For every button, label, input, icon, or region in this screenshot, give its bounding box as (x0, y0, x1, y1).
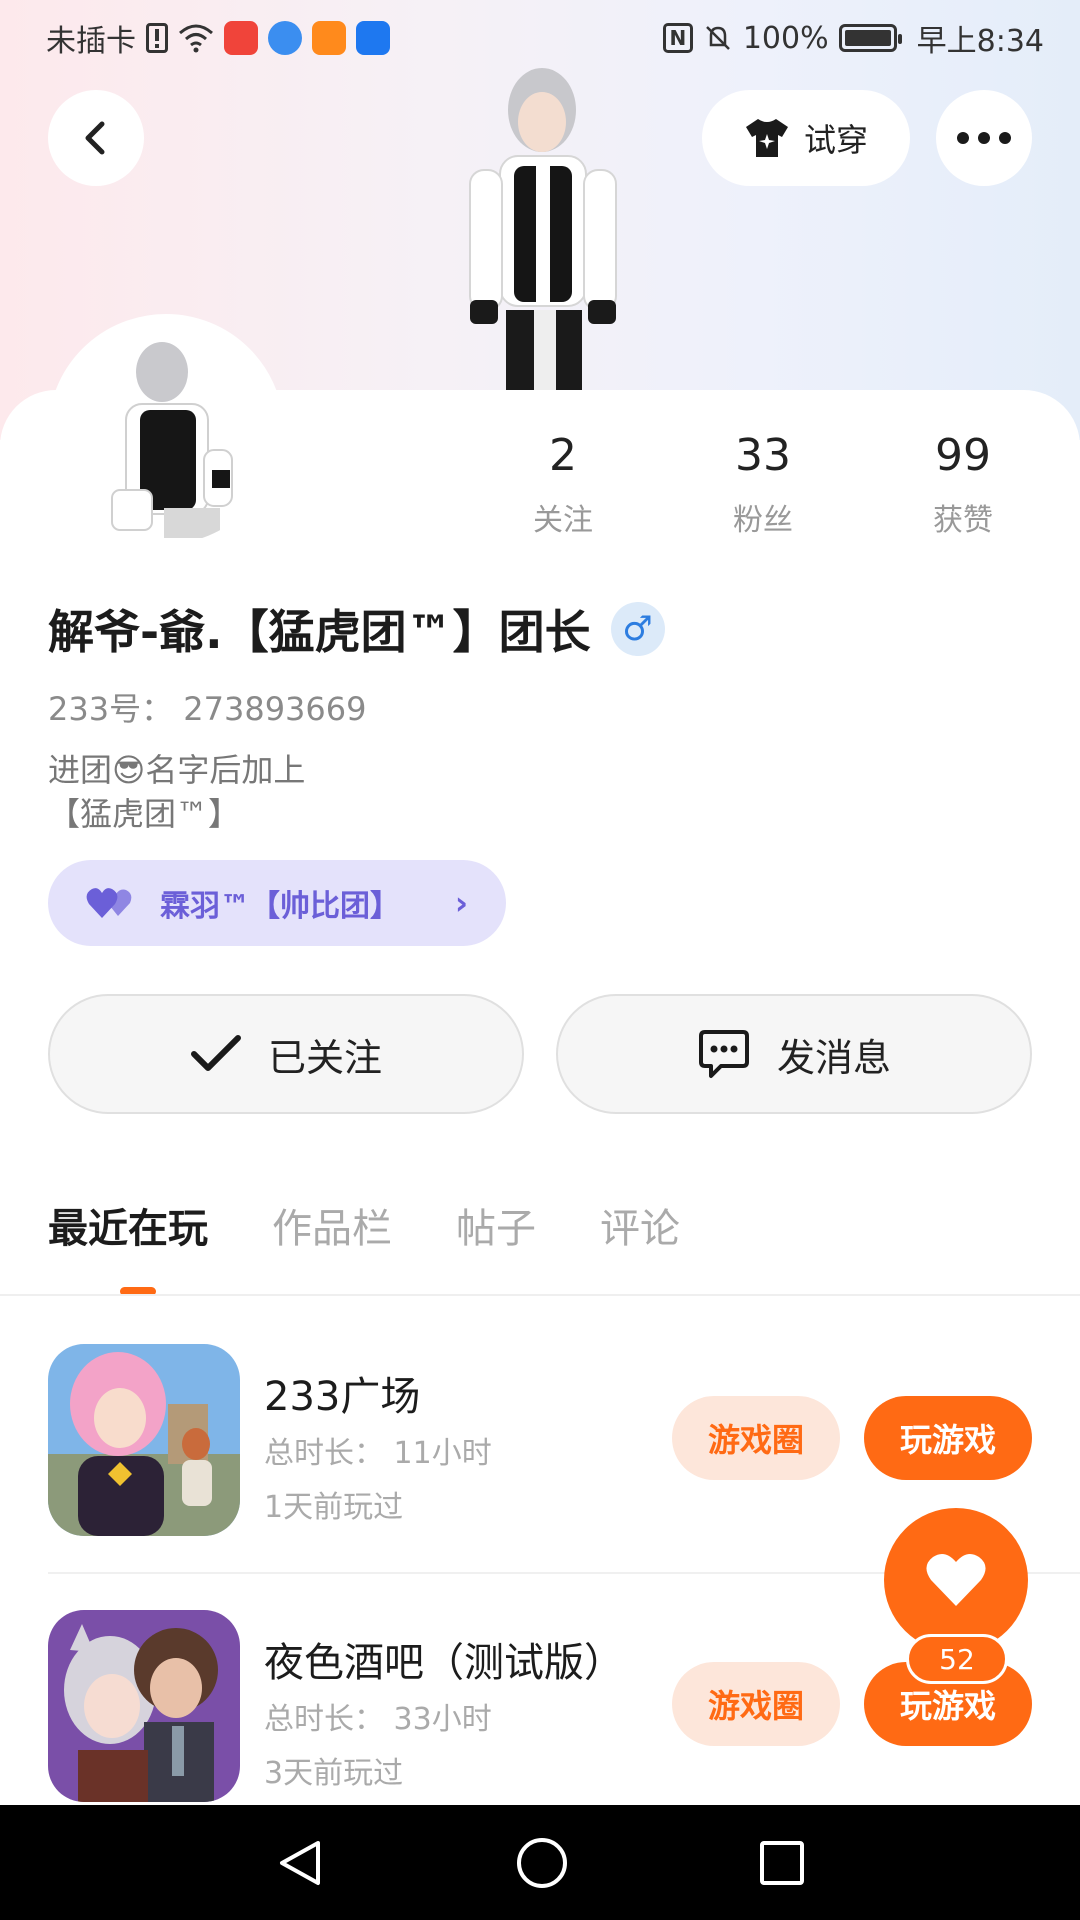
user-id[interactable]: 233号： 273893669 (48, 684, 367, 730)
chat-bubble-icon (698, 1030, 749, 1078)
like-button[interactable] (884, 1508, 1028, 1652)
try-on-button[interactable]: 试穿 (702, 90, 910, 186)
stat-label: 获赞 (933, 503, 993, 538)
stat-label: 粉丝 (733, 503, 793, 538)
stat-value: 33 (735, 430, 791, 481)
more-dots-icon (957, 132, 1011, 144)
app-icon-2 (268, 21, 302, 55)
game-circle-button[interactable]: 游戏圈 (672, 1662, 840, 1746)
stat-value: 99 (935, 430, 991, 481)
game-last-played: 1天前玩过 (264, 1490, 404, 1525)
list-item[interactable]: 233广场 总时长： 11小时 1天前玩过 游戏圈 玩游戏 (48, 1344, 1032, 1540)
app-icon-1 (224, 21, 258, 55)
tab-comments[interactable]: 评论 (600, 1196, 680, 1296)
battery-icon (838, 24, 902, 52)
stats-row: 2 关注 33 粉丝 99 获赞 (478, 430, 1048, 539)
carrier-text: 未插卡 (46, 24, 136, 59)
tab-recently-played[interactable]: 最近在玩 (48, 1196, 208, 1296)
stat-following[interactable]: 2 关注 (478, 430, 648, 539)
tab-label: 评论 (600, 1206, 680, 1252)
nav-home-icon[interactable] (515, 1836, 569, 1890)
game-total-time: 总时长： 11小时 (264, 1436, 492, 1471)
game-icon[interactable] (48, 1610, 240, 1802)
profile-tabs: 最近在玩 作品栏 帖子 评论 (48, 1196, 680, 1296)
stat-likes[interactable]: 99 获赞 (878, 430, 1048, 539)
send-message-label: 发消息 (776, 1035, 891, 1080)
app-icon-3 (312, 21, 346, 55)
nickname: 解爷-爺.【猛虎团™】团长 (48, 605, 591, 659)
play-game-button[interactable]: 玩游戏 (864, 1396, 1032, 1480)
chevron-left-icon (85, 121, 105, 155)
tab-label: 最近在玩 (48, 1206, 208, 1252)
cp-label: 霖羽™【帅比团】 (160, 889, 400, 924)
back-button[interactable] (48, 90, 144, 186)
alert-icon (146, 23, 168, 53)
game-last-played: 3天前玩过 (264, 1756, 404, 1791)
followed-label: 已关注 (267, 1035, 382, 1080)
chevron-right-icon: › (454, 884, 468, 922)
check-icon (190, 1035, 241, 1071)
stat-followers[interactable]: 33 粉丝 (678, 430, 848, 539)
tshirt-icon (745, 119, 788, 157)
nfc-icon: N (662, 23, 693, 53)
nav-recents-icon[interactable] (758, 1839, 806, 1887)
double-heart-icon (86, 888, 132, 918)
heart-icon (926, 1553, 986, 1606)
avatar-character (469, 68, 617, 390)
nav-back-icon[interactable] (274, 1837, 326, 1889)
more-button[interactable] (936, 90, 1032, 186)
avatar-image (54, 320, 278, 544)
game-title: 夜色酒吧（测试版） (264, 1640, 624, 1686)
bio-text: 进团😎名字后加上 【猛虎团™】 (48, 751, 306, 833)
stat-label: 关注 (533, 503, 593, 538)
wifi-icon (179, 24, 213, 53)
tab-posts[interactable]: 帖子 (456, 1196, 536, 1296)
send-message-button[interactable]: 发消息 (556, 994, 1032, 1114)
mute-bell-icon (705, 26, 730, 50)
tab-works[interactable]: 作品栏 (272, 1196, 392, 1296)
nickname-row: 解爷-爺.【猛虎团™】团长 ♂ (48, 596, 665, 662)
game-icon[interactable] (48, 1344, 240, 1536)
tabs-divider (0, 1294, 1080, 1296)
like-count-badge: 52 (906, 1634, 1008, 1684)
game-total-time: 总时长： 33小时 (264, 1702, 492, 1737)
list-item[interactable]: 夜色酒吧（测试版） 总时长： 33小时 3天前玩过 游戏圈 玩游戏 (48, 1610, 1032, 1806)
game-title: 233广场 (264, 1374, 421, 1420)
cp-partner-chip[interactable]: 霖羽™【帅比团】 › (48, 860, 506, 946)
battery-percent: 100% (742, 20, 829, 56)
male-gender-icon: ♂ (610, 602, 665, 656)
game-circle-button[interactable]: 游戏圈 (672, 1396, 840, 1480)
app-icon-4 (356, 21, 390, 55)
clock: 早上8:34 (916, 24, 1044, 59)
stat-value: 2 (549, 430, 577, 481)
tab-label: 帖子 (456, 1206, 536, 1252)
avatar[interactable] (48, 314, 284, 550)
followed-button[interactable]: 已关注 (48, 994, 524, 1114)
system-nav-bar (0, 1805, 1080, 1920)
try-on-label: 试穿 (803, 121, 868, 159)
tab-label: 作品栏 (272, 1206, 392, 1252)
